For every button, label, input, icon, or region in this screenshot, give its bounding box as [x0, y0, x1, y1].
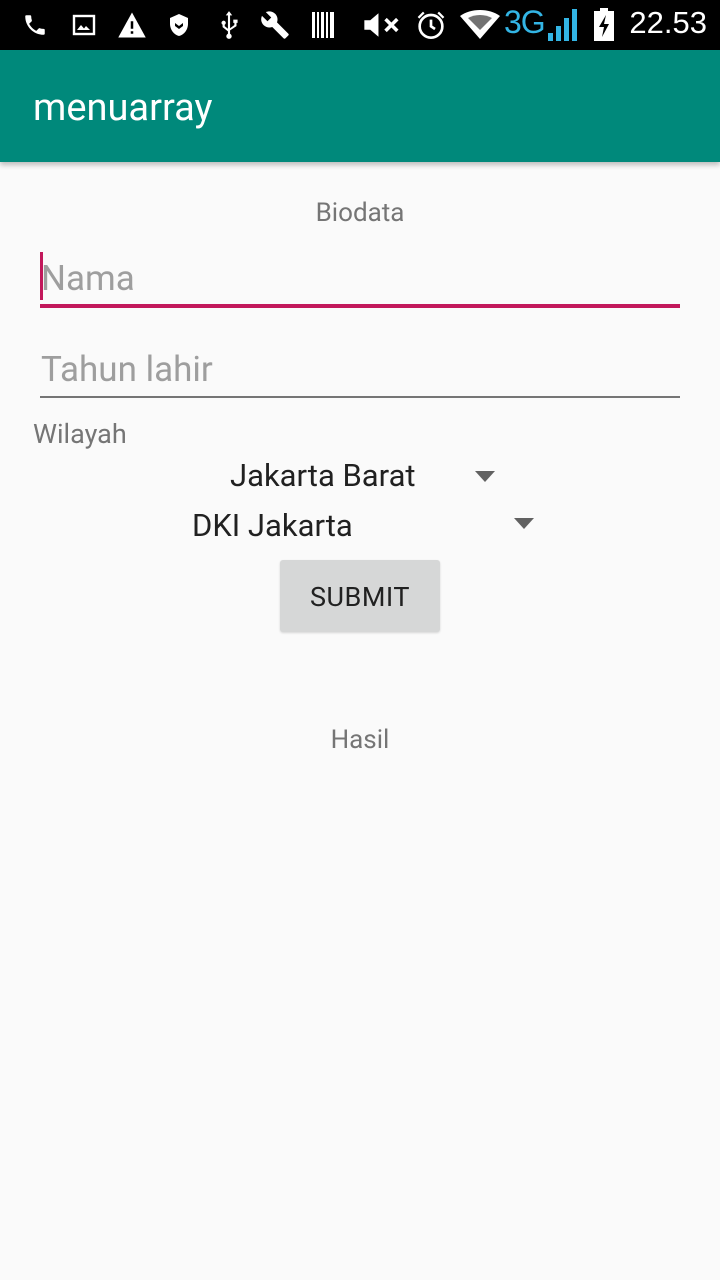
network-3g-icon: 3G — [504, 4, 546, 40]
barcode-icon — [312, 9, 334, 41]
status-time: 22.53 — [629, 5, 707, 40]
chevron-down-icon — [514, 518, 534, 529]
province-selected: DKI Jakarta — [192, 507, 353, 544]
province-spinner[interactable]: DKI Jakarta — [180, 500, 550, 550]
wrench-icon — [260, 9, 290, 41]
name-placeholder: Nama — [41, 258, 135, 299]
region-label: Wilayah — [33, 418, 127, 450]
battery-icon — [593, 8, 615, 41]
chevron-down-icon — [475, 471, 495, 482]
birth-year-field[interactable]: Tahun lahir — [40, 342, 680, 400]
name-underline — [40, 304, 680, 308]
wifi-icon — [460, 9, 500, 41]
result-label: Hasil — [330, 725, 390, 755]
biodata-heading: Biodata — [315, 198, 405, 228]
city-spinner[interactable]: Jakarta Barat — [200, 452, 510, 500]
warning-icon — [117, 9, 147, 41]
name-field[interactable]: Nama — [40, 250, 680, 310]
phone-icon — [22, 9, 48, 41]
app-title: menuarray — [33, 86, 213, 130]
birth-year-underline — [40, 396, 680, 398]
signal-icon — [547, 9, 579, 41]
shield-icon — [167, 9, 191, 41]
alarm-icon — [415, 9, 447, 41]
submit-button[interactable]: SUBMIT — [280, 560, 440, 632]
image-icon — [72, 9, 96, 41]
app-bar: menuarray — [0, 50, 720, 162]
usb-icon — [216, 9, 242, 41]
mute-icon — [362, 9, 402, 41]
city-selected: Jakarta Barat — [230, 457, 416, 494]
status-bar: 3G 22.53 — [0, 0, 720, 50]
birth-year-placeholder: Tahun lahir — [41, 349, 213, 390]
